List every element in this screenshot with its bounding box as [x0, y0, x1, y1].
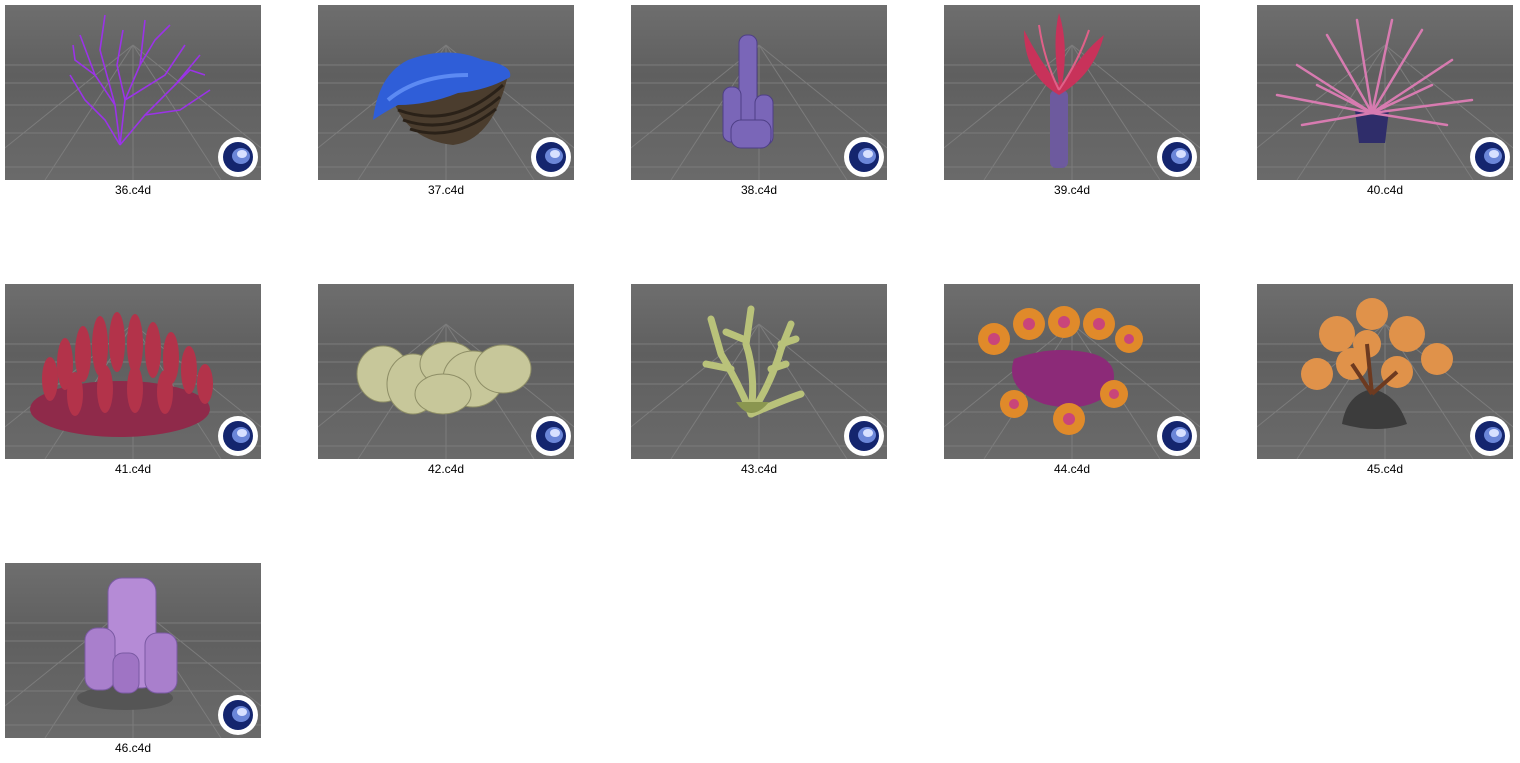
- file-item[interactable]: 46.c4d: [5, 563, 261, 763]
- cinema4d-logo-icon: [218, 695, 258, 735]
- file-name: 37.c4d: [427, 183, 465, 197]
- cinema4d-logo-icon: [1157, 416, 1197, 456]
- file-item[interactable]: 39.c4d: [944, 5, 1200, 205]
- thumbnail-image: [5, 284, 261, 459]
- file-item[interactable]: 38.c4d: [631, 5, 887, 205]
- thumbnail-image: [1257, 284, 1513, 459]
- thumbnail-image: [5, 563, 261, 738]
- file-name: 41.c4d: [114, 462, 152, 476]
- file-item[interactable]: 42.c4d: [318, 284, 574, 484]
- thumbnail-image: [5, 5, 261, 180]
- thumbnail-image: [631, 284, 887, 459]
- file-grid: 36.c4d 37.c4d 38.c4d 39.c4d 40.c4d 41.c4…: [0, 0, 1520, 762]
- file-name: 43.c4d: [740, 462, 778, 476]
- cinema4d-logo-icon: [531, 137, 571, 177]
- cinema4d-logo-icon: [1157, 137, 1197, 177]
- file-name: 44.c4d: [1053, 462, 1091, 476]
- cinema4d-logo-icon: [218, 416, 258, 456]
- thumbnail-image: [944, 284, 1200, 459]
- file-name: 45.c4d: [1366, 462, 1404, 476]
- file-item[interactable]: 45.c4d: [1257, 284, 1513, 484]
- thumbnail-image: [631, 5, 887, 180]
- cinema4d-logo-icon: [1470, 137, 1510, 177]
- cinema4d-logo-icon: [531, 416, 571, 456]
- file-name: 40.c4d: [1366, 183, 1404, 197]
- file-name: 46.c4d: [114, 741, 152, 755]
- file-name: 38.c4d: [740, 183, 778, 197]
- thumbnail-image: [318, 5, 574, 180]
- thumbnail-image: [318, 284, 574, 459]
- thumbnail-image: [1257, 5, 1513, 180]
- cinema4d-logo-icon: [844, 416, 884, 456]
- cinema4d-logo-icon: [1470, 416, 1510, 456]
- file-item[interactable]: 43.c4d: [631, 284, 887, 484]
- file-item[interactable]: 36.c4d: [5, 5, 261, 205]
- cinema4d-logo-icon: [218, 137, 258, 177]
- file-item[interactable]: 40.c4d: [1257, 5, 1513, 205]
- file-name: 42.c4d: [427, 462, 465, 476]
- file-item[interactable]: 41.c4d: [5, 284, 261, 484]
- file-item[interactable]: 37.c4d: [318, 5, 574, 205]
- file-item[interactable]: 44.c4d: [944, 284, 1200, 484]
- file-name: 36.c4d: [114, 183, 152, 197]
- cinema4d-logo-icon: [844, 137, 884, 177]
- thumbnail-image: [944, 5, 1200, 180]
- file-name: 39.c4d: [1053, 183, 1091, 197]
